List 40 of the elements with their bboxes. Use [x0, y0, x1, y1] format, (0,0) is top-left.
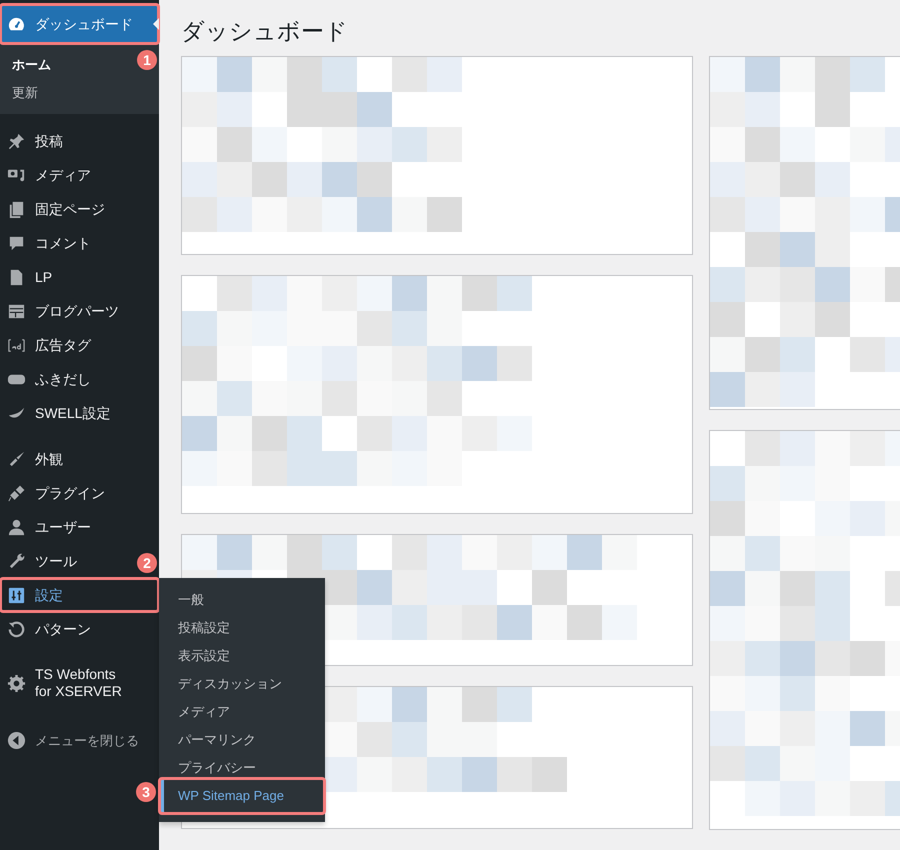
paintbrush-icon [7, 450, 26, 468]
plug-icon [7, 484, 26, 502]
flyout-item[interactable]: 表示設定 [159, 642, 325, 670]
menu-item[interactable]: TS Webfonts for XSERVER [0, 658, 133, 708]
menu-item[interactable]: ブログパーツ [0, 294, 133, 328]
menu-item[interactable]: ふきだし [0, 362, 133, 396]
menu-item[interactable]: メディア [0, 158, 133, 192]
menu-item[interactable]: 設定 [0, 578, 159, 612]
menu-item[interactable]: 外観 [0, 442, 133, 476]
menu-item[interactable]: SWELL設定 [0, 396, 133, 430]
step-number-badge: 2 [137, 553, 157, 573]
menu-item[interactable]: ユーザー [0, 510, 133, 544]
flyout-item[interactable]: 一般 [159, 586, 325, 614]
menu-item[interactable]: 広告タグ [0, 328, 133, 362]
wrench-icon [7, 552, 26, 570]
submenu-item[interactable]: ホーム [0, 51, 133, 79]
flyout-item[interactable]: 投稿設定 [159, 614, 325, 642]
circular-arrow-icon [7, 620, 26, 638]
menu-item[interactable]: パターン [0, 612, 133, 646]
page-title: ダッシュボード [181, 17, 349, 46]
sliders-icon [7, 586, 26, 604]
step-number-badge: 3 [136, 782, 156, 802]
pages-icon [7, 200, 26, 218]
left-arrow-circle-icon [7, 731, 26, 750]
pin-icon [7, 132, 26, 150]
gear-icon [7, 674, 26, 692]
user-icon [7, 518, 26, 536]
menu-item[interactable]: ツール [0, 544, 133, 578]
menu-item[interactable]: 投稿 [0, 124, 133, 158]
menu-item[interactable]: ダッシュボード [0, 4, 159, 44]
menu-item[interactable]: コメント [0, 226, 133, 260]
menu-item[interactable]: 固定ページ [0, 192, 133, 226]
menu-pointer-icon [153, 18, 159, 30]
flyout-item[interactable]: メディア [159, 698, 325, 726]
collapse-menu-button[interactable]: メニューを閉じる [0, 720, 159, 761]
flyout-item[interactable]: パーマリンク [159, 726, 325, 754]
submenu-item[interactable]: 更新 [0, 79, 133, 107]
menu-item[interactable]: プラグイン [0, 476, 133, 510]
flyout-item[interactable]: ディスカッション [159, 670, 325, 698]
menu-item[interactable]: LP [0, 260, 133, 294]
